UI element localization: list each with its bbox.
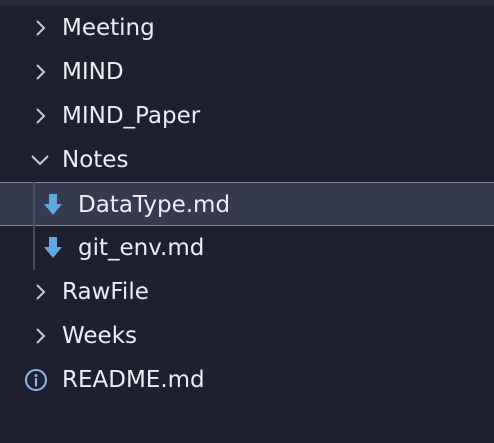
chevron-right-icon [29, 61, 51, 83]
folder-notes[interactable]: Notes [0, 138, 494, 182]
markdown-download-icon [42, 193, 64, 217]
chevron-down-icon [29, 149, 51, 171]
markdown-download-icon [42, 236, 64, 260]
file-explorer-tree: Meeting MIND MIND_Paper Notes DataType.m… [0, 0, 494, 443]
folder-label: Weeks [62, 323, 137, 349]
chevron-right-icon [29, 325, 51, 347]
folder-mind-paper[interactable]: MIND_Paper [0, 94, 494, 138]
folder-label: Notes [62, 147, 129, 173]
file-datatype-md[interactable]: DataType.md [0, 182, 494, 226]
folder-label: MIND_Paper [62, 103, 201, 129]
file-label: README.md [62, 367, 205, 393]
folder-mind[interactable]: MIND [0, 50, 494, 94]
folder-rawfile[interactable]: RawFile [0, 270, 494, 314]
folder-label: MIND [62, 59, 124, 85]
file-readme-md[interactable]: README.md [0, 358, 494, 402]
file-label: DataType.md [78, 192, 231, 218]
file-label: git_env.md [78, 235, 205, 261]
file-git-env-md[interactable]: git_env.md [0, 226, 494, 270]
folder-weeks[interactable]: Weeks [0, 314, 494, 358]
chevron-right-icon [29, 105, 51, 127]
chevron-right-icon [29, 281, 51, 303]
folder-label: Meeting [62, 15, 155, 41]
folder-label: RawFile [62, 279, 149, 305]
folder-meeting[interactable]: Meeting [0, 6, 494, 50]
chevron-right-icon [29, 17, 51, 39]
info-icon [24, 368, 48, 392]
indent-guide [33, 182, 35, 270]
